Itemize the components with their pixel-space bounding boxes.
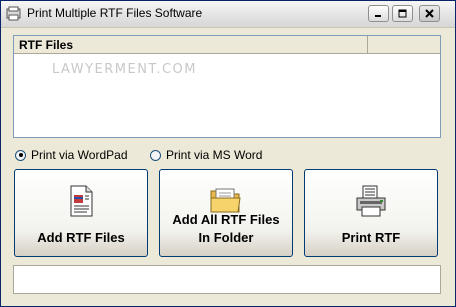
close-button[interactable] bbox=[419, 5, 440, 22]
status-bar bbox=[13, 265, 441, 294]
radio-label-msword: Print via MS Word bbox=[166, 148, 263, 162]
add-rtf-files-button[interactable]: Add RTF Files bbox=[14, 169, 148, 257]
rtf-file-list[interactable]: RTF Files LAWYERMENT.COM bbox=[13, 35, 441, 138]
app-icon bbox=[6, 6, 21, 21]
printer-icon bbox=[356, 185, 386, 217]
app-window: Print Multiple RTF Files Software RTF Fi… bbox=[0, 0, 456, 307]
list-header: RTF Files bbox=[14, 36, 440, 54]
watermark-text: LAWYERMENT.COM bbox=[52, 62, 197, 77]
radio-button-checked[interactable] bbox=[15, 149, 26, 161]
print-rtf-label: Print RTF bbox=[341, 230, 401, 245]
column-header-extra[interactable] bbox=[368, 36, 440, 54]
add-all-rtf-files-label: Add All RTF Files In Folder bbox=[160, 211, 292, 247]
radio-button-unchecked[interactable] bbox=[150, 149, 161, 161]
document-icon bbox=[70, 185, 93, 217]
close-icon bbox=[425, 9, 434, 18]
print-rtf-button[interactable]: Print RTF bbox=[304, 169, 438, 257]
add-rtf-files-label: Add RTF Files bbox=[37, 230, 125, 245]
minimize-icon bbox=[375, 15, 381, 17]
minimize-button[interactable] bbox=[368, 5, 389, 22]
add-all-rtf-files-in-folder-button[interactable]: Add All RTF Files In Folder bbox=[159, 169, 293, 257]
title-bar[interactable]: Print Multiple RTF Files Software bbox=[1, 1, 455, 28]
maximize-button[interactable] bbox=[392, 5, 413, 22]
maximize-icon bbox=[398, 9, 407, 18]
radio-label-wordpad: Print via WordPad bbox=[31, 148, 128, 162]
add-all-line2: In Folder bbox=[198, 230, 254, 245]
add-all-line1: Add All RTF Files bbox=[172, 212, 280, 227]
radio-print-msword[interactable]: Print via MS Word bbox=[150, 148, 262, 162]
window-title: Print Multiple RTF Files Software bbox=[27, 6, 203, 20]
radio-print-wordpad[interactable]: Print via WordPad bbox=[15, 148, 128, 162]
column-header-rtf-files[interactable]: RTF Files bbox=[14, 36, 368, 54]
client-area: RTF Files LAWYERMENT.COM Print via WordP… bbox=[4, 28, 452, 304]
